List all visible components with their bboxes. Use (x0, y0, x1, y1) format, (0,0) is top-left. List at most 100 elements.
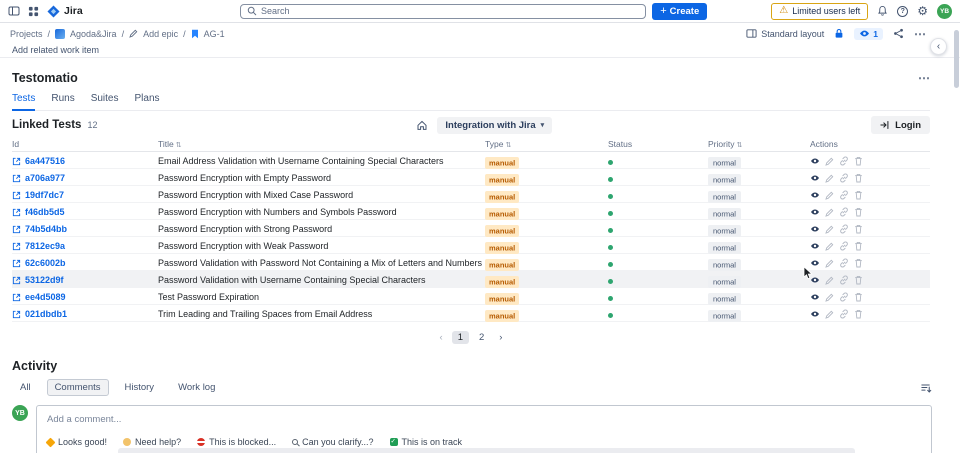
test-id-link[interactable]: 6a447516 (25, 156, 65, 166)
breadcrumb-add-epic[interactable]: Add epic (143, 29, 178, 39)
unlink-test-icon[interactable] (839, 224, 849, 234)
view-test-icon[interactable] (810, 242, 820, 250)
view-test-icon[interactable] (810, 225, 820, 233)
more-actions-icon[interactable]: ⋯ (914, 28, 926, 40)
delete-test-icon[interactable] (854, 241, 863, 251)
delete-test-icon[interactable] (854, 309, 863, 319)
comment-input[interactable]: Add a comment... Looks good! Need help? Th… (36, 405, 932, 453)
lock-icon[interactable] (834, 28, 844, 39)
delete-test-icon[interactable] (854, 275, 863, 285)
breadcrumb-projects[interactable]: Projects (10, 29, 43, 39)
unlink-test-icon[interactable] (839, 190, 849, 200)
test-id-link[interactable]: 7812ec9a (25, 241, 65, 251)
pagination-next-icon[interactable]: › (494, 331, 507, 344)
delete-test-icon[interactable] (854, 258, 863, 268)
view-test-icon[interactable] (810, 208, 820, 216)
table-row[interactable]: 6a447516 Email Address Validation with U… (12, 152, 930, 169)
test-id-link[interactable]: f46db5d5 (25, 207, 65, 217)
edit-test-icon[interactable] (825, 208, 834, 217)
limited-users-button[interactable]: ⚠ Limited users left (771, 2, 869, 20)
tab-plans[interactable]: Plans (135, 93, 160, 110)
unlink-test-icon[interactable] (839, 156, 849, 166)
delete-test-icon[interactable] (854, 224, 863, 234)
test-id-link[interactable]: 74b5d4bb (25, 224, 67, 234)
quick-reply-chip[interactable]: Looks good! (45, 437, 107, 447)
test-id-link[interactable]: 53122d9f (25, 275, 64, 285)
panel-collapse-button[interactable]: ‹ (930, 38, 947, 55)
quick-reply-chip[interactable]: Can you clarify...? (292, 437, 374, 447)
integration-dropdown[interactable]: Integration with Jira ▾ (437, 116, 553, 134)
edit-test-icon[interactable] (825, 276, 834, 285)
breadcrumb-project[interactable]: Agoda&Jira (70, 29, 117, 39)
pagination-page-2[interactable]: 2 (473, 331, 490, 344)
share-icon[interactable] (893, 28, 904, 39)
edit-test-icon[interactable] (825, 242, 834, 251)
login-button[interactable]: Login (871, 116, 930, 134)
delete-test-icon[interactable] (854, 292, 863, 302)
notifications-bell-icon[interactable] (877, 5, 888, 17)
col-header-title[interactable]: Title ⇅ (158, 139, 485, 149)
edit-test-icon[interactable] (825, 174, 834, 183)
pagination-prev-icon[interactable]: ‹ (435, 331, 448, 344)
edit-test-icon[interactable] (825, 157, 834, 166)
unlink-test-icon[interactable] (839, 275, 849, 285)
table-row[interactable]: 7812ec9a Password Encryption with Weak P… (12, 237, 930, 254)
testomatio-more-icon[interactable]: ⋯ (918, 72, 930, 84)
app-switcher-icon[interactable] (28, 6, 39, 17)
edit-test-icon[interactable] (825, 259, 834, 268)
table-row[interactable]: a706a977 Password Encryption with Empty … (12, 169, 930, 186)
create-button[interactable]: + Create (652, 2, 708, 20)
view-test-icon[interactable] (810, 191, 820, 199)
watchers-button[interactable]: 1 (854, 27, 883, 40)
activity-tab-all[interactable]: All (12, 379, 39, 396)
edit-test-icon[interactable] (825, 225, 834, 234)
view-test-icon[interactable] (810, 157, 820, 165)
unlink-test-icon[interactable] (839, 309, 849, 319)
unlink-test-icon[interactable] (839, 292, 849, 302)
layout-switcher-button[interactable]: Standard layout (746, 28, 824, 39)
test-id-link[interactable]: ee4d5089 (25, 292, 66, 302)
tab-suites[interactable]: Suites (91, 93, 119, 110)
test-id-link[interactable]: 021dbdb1 (25, 309, 67, 319)
table-row[interactable]: ee4d5089 Test Password Expiration manual… (12, 288, 930, 305)
search-box[interactable] (240, 3, 647, 19)
test-id-link[interactable]: a706a977 (25, 173, 65, 183)
unlink-test-icon[interactable] (839, 241, 849, 251)
table-row[interactable]: f46db5d5 Password Encryption with Number… (12, 203, 930, 220)
view-test-icon[interactable] (810, 276, 820, 284)
add-related-work-item-button[interactable]: Add related work item (0, 44, 960, 58)
activity-tab-comments[interactable]: Comments (46, 379, 109, 396)
delete-test-icon[interactable] (854, 156, 863, 166)
edit-test-icon[interactable] (825, 310, 834, 319)
view-test-icon[interactable] (810, 259, 820, 267)
pagination-page-1[interactable]: 1 (451, 330, 469, 344)
sidebar-toggle-icon[interactable] (8, 5, 20, 17)
delete-test-icon[interactable] (854, 173, 863, 183)
quick-reply-chip[interactable]: This is on track (389, 437, 462, 447)
delete-test-icon[interactable] (854, 190, 863, 200)
unlink-test-icon[interactable] (839, 207, 849, 217)
settings-gear-icon[interactable]: ⚙ (917, 5, 928, 17)
unlink-test-icon[interactable] (839, 173, 849, 183)
col-header-priority[interactable]: Priority ⇅ (708, 139, 810, 149)
quick-reply-chip[interactable]: This is blocked... (197, 437, 276, 447)
table-row[interactable]: 021dbdb1 Trim Leading and Trailing Space… (12, 305, 930, 322)
breadcrumb-issue-key[interactable]: AG-1 (204, 29, 225, 39)
view-test-icon[interactable] (810, 174, 820, 182)
help-icon[interactable]: ? (897, 5, 909, 17)
tab-runs[interactable]: Runs (51, 93, 74, 110)
search-input[interactable] (261, 6, 640, 16)
activity-tab-worklog[interactable]: Work log (170, 379, 223, 396)
table-row[interactable]: 19df7dc7 Password Encryption with Mixed … (12, 186, 930, 203)
edit-test-icon[interactable] (825, 293, 834, 302)
home-icon[interactable] (416, 119, 428, 131)
user-avatar[interactable]: YB (937, 3, 952, 19)
activity-tab-history[interactable]: History (117, 379, 163, 396)
activity-sort-icon[interactable] (920, 382, 932, 394)
test-id-link[interactable]: 62c6002b (25, 258, 66, 268)
view-test-icon[interactable] (810, 310, 820, 318)
edit-test-icon[interactable] (825, 191, 834, 200)
tab-tests[interactable]: Tests (12, 93, 36, 111)
quick-reply-chip[interactable]: Need help? (123, 437, 181, 447)
table-row[interactable]: 74b5d4bb Password Encryption with Strong… (12, 220, 930, 237)
